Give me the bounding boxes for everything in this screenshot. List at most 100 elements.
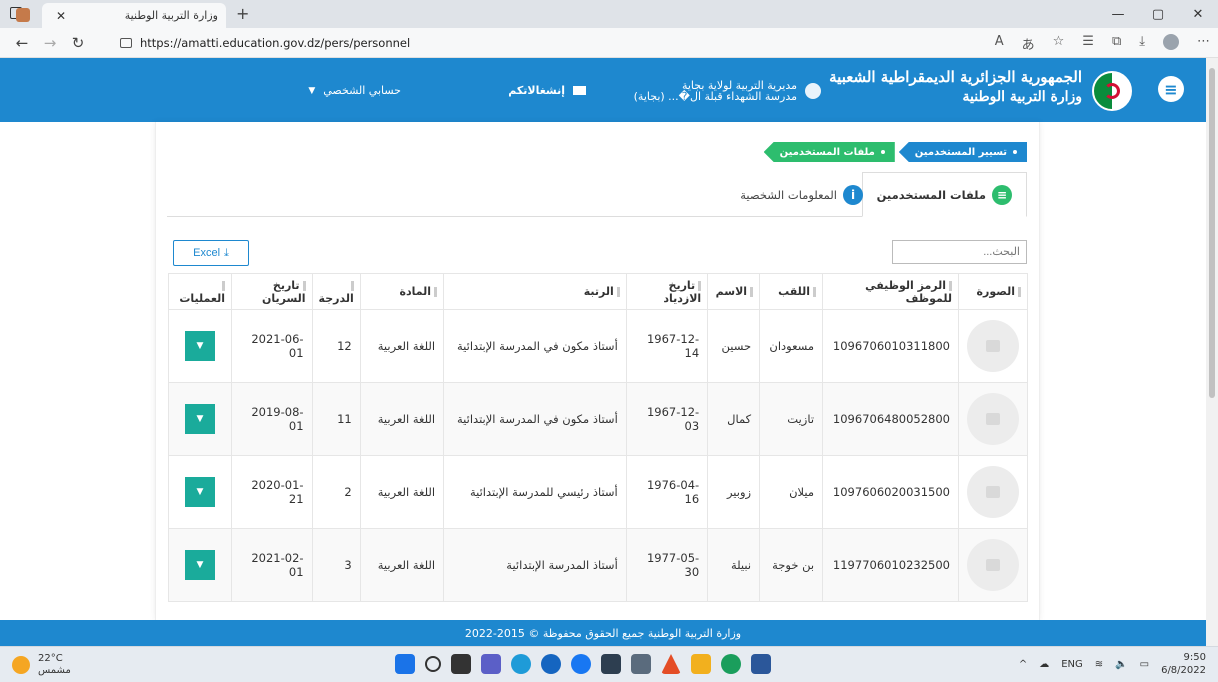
- personnel-table: الصورة الرمز الوظيفي للموظف اللقب الاسم …: [168, 273, 1028, 602]
- grade-cell: 2: [311, 455, 361, 529]
- surname-cell: بن خوجة: [759, 528, 824, 602]
- search-icon[interactable]: [425, 656, 441, 672]
- operations-cell: ▼: [168, 382, 232, 456]
- name-cell: حسين: [707, 309, 761, 383]
- forward-button[interactable]: →: [36, 34, 64, 52]
- sun-icon: [12, 656, 30, 674]
- new-tab-button[interactable]: +: [236, 4, 249, 23]
- notifications-link[interactable]: إنشغالاتكم: [508, 84, 586, 97]
- page-scrollbar[interactable]: [1206, 58, 1218, 646]
- col-birth[interactable]: تاريخ الازدياد: [625, 273, 709, 310]
- dot-icon: [880, 150, 885, 154]
- collections-icon[interactable]: ⧉: [1112, 34, 1121, 53]
- account-label: حسابي الشخصي: [323, 84, 401, 97]
- account-menu[interactable]: حسابي الشخصي ▼: [308, 84, 401, 97]
- tab-title: وزارة التربية الوطنية: [124, 9, 218, 22]
- volume-icon[interactable]: 🔈: [1115, 659, 1127, 670]
- store-icon[interactable]: [601, 654, 621, 674]
- browser-tab[interactable]: وزارة التربية الوطنية ✕: [16, 3, 226, 28]
- col-code[interactable]: الرمز الوظيفي للموظف: [822, 273, 959, 310]
- address-bar: ← → ↻ https://amatti.education.gov.dz/pe…: [0, 28, 1218, 58]
- operations-cell: ▼: [168, 528, 232, 602]
- back-button[interactable]: ←: [8, 34, 36, 52]
- battery-icon[interactable]: ▭: [1140, 659, 1149, 670]
- dot-icon: [1013, 150, 1017, 154]
- directorate-line2: مدرسة الشهداء قبلة ال�... (بجاية): [633, 90, 797, 103]
- code-cell: 1096706010311800: [822, 309, 959, 383]
- language-indicator[interactable]: ENG: [1061, 659, 1083, 670]
- birth-cell: 1976-04-16: [625, 455, 709, 529]
- subject-cell: اللغة العربية: [359, 455, 445, 529]
- matlab-icon[interactable]: [661, 654, 681, 674]
- birth-cell: 1967-12-03: [625, 382, 709, 456]
- search-input[interactable]: [892, 240, 1027, 264]
- envelope-icon: [573, 86, 586, 95]
- actions-dropdown-button[interactable]: ▼: [185, 404, 215, 434]
- download-icon[interactable]: ⤓: [1139, 34, 1145, 53]
- no-image-placeholder: [967, 393, 1019, 445]
- scrollbar-thumb[interactable]: [1209, 68, 1215, 398]
- tab-personal-info[interactable]: i المعلومات الشخصية: [726, 172, 877, 217]
- breadcrumb-item-manage-users[interactable]: تسيير المستخدمين: [898, 142, 1027, 162]
- col-photo[interactable]: الصورة: [958, 273, 1028, 310]
- browser-toolbar-icons: A あ ☆ ☰ ⧉ ⤓ ⋯: [995, 34, 1210, 53]
- weather-widget[interactable]: 22°C مشمس: [12, 653, 71, 677]
- profile-avatar-icon[interactable]: [1163, 34, 1179, 50]
- col-surname[interactable]: اللقب: [759, 273, 824, 310]
- col-rank[interactable]: الرتبة: [443, 273, 627, 310]
- url-field[interactable]: https://amatti.education.gov.dz/pers/per…: [120, 33, 980, 53]
- actions-dropdown-button[interactable]: ▼: [185, 550, 215, 580]
- word-icon[interactable]: [751, 654, 771, 674]
- more-icon[interactable]: ⋯: [1197, 34, 1210, 53]
- ministry-logo: [1092, 71, 1132, 111]
- minimize-button[interactable]: —: [1098, 0, 1138, 28]
- code-cell: 1197706010232500: [822, 528, 959, 602]
- onedrive-icon[interactable]: ☁: [1039, 659, 1049, 670]
- wifi-icon[interactable]: ≋: [1095, 659, 1103, 670]
- grade-cell: 3: [311, 528, 361, 602]
- clock[interactable]: 9:50 6/8/2022: [1161, 651, 1206, 677]
- facebook-icon[interactable]: [571, 654, 591, 674]
- actions-dropdown-button[interactable]: ▼: [185, 331, 215, 361]
- chat-icon[interactable]: [481, 654, 501, 674]
- sort-icon: [949, 280, 952, 291]
- translate-icon[interactable]: あ: [1022, 34, 1035, 53]
- actions-dropdown-button[interactable]: ▼: [185, 477, 215, 507]
- system-tray: ^ ☁ ENG ≋ 🔈 ▭ 9:50 6/8/2022: [1019, 651, 1206, 677]
- col-effective[interactable]: تاريخ السريان: [231, 273, 313, 310]
- start-icon[interactable]: [395, 654, 415, 674]
- tab-close-icon[interactable]: ✕: [56, 9, 66, 23]
- browser-edge-icon[interactable]: [721, 654, 741, 674]
- refresh-button[interactable]: ↻: [64, 34, 92, 52]
- help-icon[interactable]: [541, 654, 561, 674]
- task-view-icon[interactable]: [451, 654, 471, 674]
- breadcrumb-item-user-files[interactable]: ملفات المستخدمين: [763, 142, 895, 162]
- excel-export-button[interactable]: Excel ⤓: [173, 240, 249, 266]
- file-explorer-icon[interactable]: [691, 654, 711, 674]
- edge-icon[interactable]: [511, 654, 531, 674]
- maximize-button[interactable]: ▢: [1138, 0, 1178, 28]
- tab-user-files[interactable]: ≡ ملفات المستخدمين: [861, 172, 1027, 217]
- no-image-placeholder: [967, 539, 1019, 591]
- read-aloud-icon[interactable]: A: [995, 34, 1004, 53]
- menu-icon[interactable]: ≡: [1158, 76, 1184, 102]
- table-row: 1197706010232500 بن خوجة نبيلة 1977-05-3…: [168, 528, 1028, 602]
- favorite-star-icon[interactable]: ☆: [1053, 34, 1065, 53]
- col-grade[interactable]: الدرجة: [311, 273, 361, 310]
- operations-cell: ▼: [168, 309, 232, 383]
- table-row: 1097606020031500 ميلان زوبير 1976-04-16 …: [168, 455, 1028, 529]
- close-window-button[interactable]: ✕: [1178, 0, 1218, 28]
- directorate-selector[interactable]: مديرية التربية لولاية بجاية مدرسة الشهدا…: [634, 80, 821, 102]
- col-operations: العمليات: [168, 273, 232, 310]
- col-name[interactable]: الاسم: [707, 273, 761, 310]
- caret-down-icon: ▼: [308, 85, 316, 96]
- favorites-icon[interactable]: ☰: [1082, 34, 1094, 53]
- tabs: ≡ ملفات المستخدمين i المعلومات الشخصية: [167, 172, 1027, 217]
- notifications-label: إنشغالاتكم: [508, 84, 565, 97]
- col-subject[interactable]: المادة: [359, 273, 445, 310]
- no-image-placeholder: [967, 320, 1019, 372]
- app-icon[interactable]: [631, 654, 651, 674]
- effective-cell: 2020-01-21: [231, 455, 313, 529]
- chevron-up-icon[interactable]: ^: [1019, 659, 1027, 670]
- caret-down-icon: ▼: [196, 487, 204, 497]
